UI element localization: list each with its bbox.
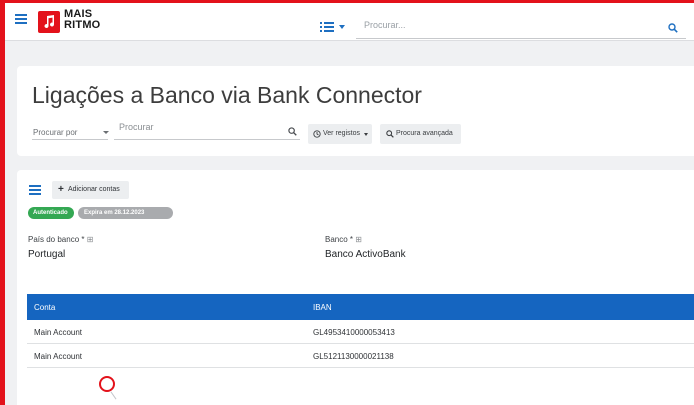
top-bar: MAIS RITMO — [0, 0, 694, 41]
view-records-label: Ver registos — [323, 130, 360, 137]
hamburger-icon[interactable] — [15, 14, 27, 24]
plus-icon: + — [58, 184, 64, 195]
advanced-search-label: Procura avançada — [396, 130, 453, 137]
column-header-iban[interactable]: IBAN — [313, 303, 332, 312]
search-icon[interactable] — [668, 20, 678, 38]
search-by-dropdown[interactable]: Procurar por — [32, 124, 109, 140]
brand-line-2: RITMO — [64, 19, 101, 31]
click-marker — [99, 376, 115, 392]
chevron-down-icon[interactable] — [339, 25, 345, 29]
menu-icon[interactable] — [29, 185, 41, 195]
brand-name: MAIS RITMO — [64, 9, 124, 31]
country-field-value[interactable]: Portugal — [28, 249, 65, 260]
account-cell: Main Account — [34, 352, 83, 361]
expand-icon[interactable]: ⊞ — [87, 235, 94, 244]
add-accounts-label: Adicionar contas — [68, 186, 120, 193]
global-search-input[interactable] — [364, 20, 654, 30]
global-search — [356, 17, 686, 39]
column-header-account[interactable]: Conta — [34, 303, 55, 312]
table-row[interactable]: Main Account GL4953410000053413 — [27, 320, 694, 344]
logo-icon[interactable] — [38, 11, 60, 33]
list-view-icon[interactable] — [320, 22, 334, 32]
clock-icon — [313, 130, 321, 138]
record-search — [114, 120, 300, 140]
search-icon[interactable] — [288, 123, 297, 141]
header-panel: Ligações a Banco via Bank Connector Proc… — [17, 66, 694, 156]
advanced-search-button[interactable]: Procura avançada — [380, 124, 461, 144]
expand-icon[interactable]: ⊞ — [355, 235, 362, 244]
chevron-down-icon — [103, 131, 109, 134]
account-cell: Main Account — [34, 328, 83, 337]
status-badge-authenticated: Autenticado — [28, 207, 74, 219]
status-badge-expiry: Expira em 28.12.2023 — [78, 207, 173, 219]
bank-field-label: Banco * ⊞ — [325, 235, 362, 244]
search-icon — [386, 130, 394, 138]
bank-connection-panel: + Adicionar contas Autenticado Expira em… — [17, 170, 694, 405]
search-input[interactable] — [119, 122, 279, 132]
page-title: Ligações a Banco via Bank Connector — [32, 82, 422, 108]
country-label-text: País do banco * — [28, 235, 85, 244]
table-row[interactable]: Main Account GL5121130000021138 — [27, 344, 694, 368]
bank-field-value[interactable]: Banco ActivoBank — [325, 249, 406, 260]
highlight-frame-left — [0, 0, 5, 405]
search-by-label: Procurar por — [33, 128, 78, 137]
bank-label-text: Banco * — [325, 235, 354, 244]
iban-cell: GL5121130000021138 — [313, 352, 394, 361]
add-accounts-button[interactable]: + Adicionar contas — [52, 181, 129, 199]
view-records-button[interactable]: Ver registos — [308, 124, 372, 144]
iban-cell: GL4953410000053413 — [313, 328, 395, 337]
chevron-down-icon — [364, 133, 368, 136]
table-header: Conta IBAN — [27, 294, 694, 320]
country-field-label: País do banco * ⊞ — [28, 235, 93, 244]
